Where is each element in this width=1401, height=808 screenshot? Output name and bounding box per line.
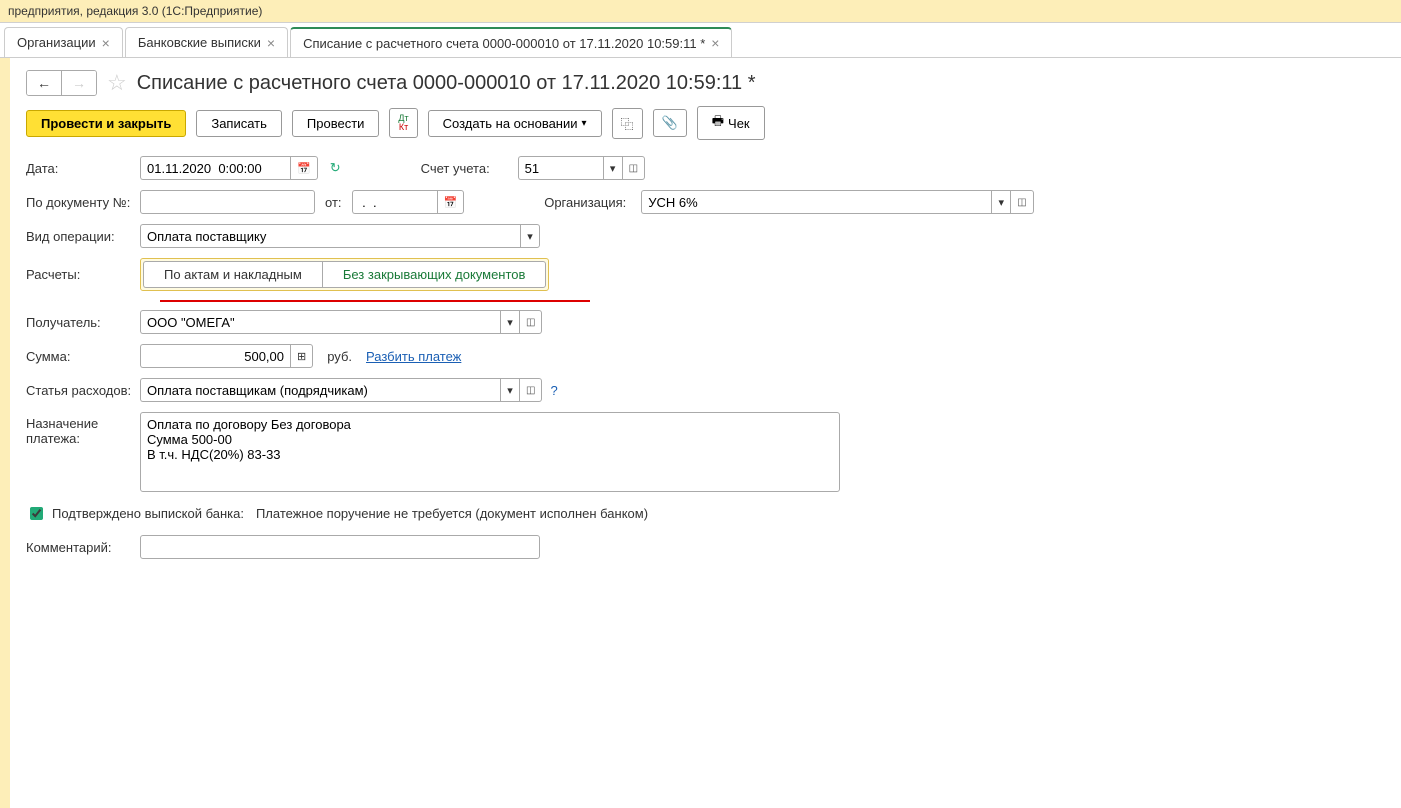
from-label: от: bbox=[325, 195, 342, 210]
tab-organizations[interactable]: Организации × bbox=[4, 27, 123, 57]
side-strip bbox=[0, 58, 10, 808]
from-date-input[interactable] bbox=[352, 190, 437, 214]
org-input[interactable] bbox=[641, 190, 991, 214]
paperclip-icon: 📎 bbox=[662, 115, 678, 131]
close-icon[interactable]: × bbox=[711, 35, 719, 51]
confirmed-note: Платежное поручение не требуется (докуме… bbox=[256, 506, 648, 521]
cheque-label: Чек bbox=[728, 116, 750, 131]
sum-input[interactable] bbox=[140, 344, 290, 368]
currency-label: руб. bbox=[327, 349, 352, 364]
toolbar: Провести и закрыть Записать Провести ДтК… bbox=[26, 106, 1385, 140]
attach-button[interactable]: 📎 bbox=[653, 109, 687, 137]
calendar-icon[interactable]: 📅 bbox=[437, 190, 465, 214]
nav-forward-button[interactable]: → bbox=[62, 71, 96, 95]
purpose-textarea[interactable] bbox=[140, 412, 840, 492]
open-icon[interactable]: ◫ bbox=[520, 310, 542, 334]
structure-button[interactable]: ⿻ bbox=[612, 108, 643, 139]
tab-bank-statements[interactable]: Банковские выписки × bbox=[125, 27, 288, 57]
comment-label: Комментарий: bbox=[26, 540, 136, 555]
date-input[interactable] bbox=[140, 156, 290, 180]
expense-input[interactable] bbox=[140, 378, 500, 402]
calc-label: Расчеты: bbox=[26, 267, 136, 282]
open-icon[interactable]: ◫ bbox=[1011, 190, 1033, 214]
close-icon[interactable]: × bbox=[267, 35, 275, 51]
chevron-down-icon: ▾ bbox=[582, 118, 587, 129]
chevron-down-icon[interactable]: ▾ bbox=[500, 378, 520, 402]
main-content: ← → ☆ Списание с расчетного счета 0000-0… bbox=[10, 58, 1401, 808]
window-title: предприятия, редакция 3.0 (1С:Предприяти… bbox=[0, 0, 1401, 23]
calc-toggle: По актам и накладным Без закрывающих док… bbox=[140, 258, 549, 291]
purpose-label: Назначение платежа: bbox=[26, 412, 136, 446]
optype-input[interactable] bbox=[140, 224, 520, 248]
account-input[interactable] bbox=[518, 156, 603, 180]
refresh-icon[interactable]: ↻ bbox=[330, 160, 341, 176]
calc-opt-acts[interactable]: По актам и накладным bbox=[143, 261, 322, 288]
docnum-input[interactable] bbox=[140, 190, 315, 214]
recipient-input[interactable] bbox=[140, 310, 500, 334]
open-icon[interactable]: ◫ bbox=[520, 378, 542, 402]
split-payment-link[interactable]: Разбить платеж bbox=[366, 349, 461, 364]
star-icon[interactable]: ☆ bbox=[107, 70, 127, 96]
dtkt-icon: ДтКт bbox=[398, 114, 408, 132]
org-label: Организация: bbox=[544, 195, 629, 210]
dtkt-button[interactable]: ДтКт bbox=[389, 108, 417, 138]
calc-opt-noclose[interactable]: Без закрывающих документов bbox=[322, 261, 547, 288]
expense-label: Статья расходов: bbox=[26, 383, 136, 398]
date-label: Дата: bbox=[26, 161, 136, 176]
recipient-label: Получатель: bbox=[26, 315, 136, 330]
highlight-underline bbox=[160, 300, 590, 302]
page-title: Списание с расчетного счета 0000-000010 … bbox=[137, 72, 756, 95]
calendar-icon[interactable]: 📅 bbox=[290, 156, 318, 180]
calculator-icon[interactable]: ⊞ bbox=[290, 344, 313, 368]
tab-label: Списание с расчетного счета 0000-000010 … bbox=[303, 36, 705, 51]
nav-back-button[interactable]: ← bbox=[27, 71, 62, 95]
tabs-bar: Организации × Банковские выписки × Списа… bbox=[0, 23, 1401, 58]
chevron-down-icon[interactable]: ▾ bbox=[500, 310, 520, 334]
chevron-down-icon[interactable]: ▾ bbox=[603, 156, 623, 180]
tab-writeoff[interactable]: Списание с расчетного счета 0000-000010 … bbox=[290, 27, 732, 57]
confirmed-checkbox[interactable] bbox=[30, 507, 43, 520]
post-button[interactable]: Провести bbox=[292, 110, 380, 137]
create-based-button[interactable]: Создать на основании ▾ bbox=[428, 110, 602, 137]
save-button[interactable]: Записать bbox=[196, 110, 282, 137]
create-based-label: Создать на основании bbox=[443, 116, 578, 131]
cheque-button[interactable]: 🖶 Чек bbox=[697, 106, 765, 140]
sum-label: Сумма: bbox=[26, 349, 136, 364]
print-icon: 🖶 bbox=[712, 112, 724, 134]
open-icon[interactable]: ◫ bbox=[623, 156, 645, 180]
help-icon[interactable]: ? bbox=[550, 383, 557, 398]
comment-input[interactable] bbox=[140, 535, 540, 559]
structure-icon: ⿻ bbox=[621, 114, 634, 133]
tab-label: Банковские выписки bbox=[138, 35, 261, 50]
account-label: Счет учета: bbox=[421, 161, 506, 176]
docnum-label: По документу №: bbox=[26, 195, 136, 210]
close-icon[interactable]: × bbox=[102, 35, 110, 51]
tab-label: Организации bbox=[17, 35, 96, 50]
optype-label: Вид операции: bbox=[26, 229, 136, 244]
chevron-down-icon[interactable]: ▾ bbox=[520, 224, 540, 248]
confirmed-label: Подтверждено выпиской банка: bbox=[52, 506, 244, 521]
chevron-down-icon[interactable]: ▾ bbox=[991, 190, 1011, 214]
nav-buttons: ← → bbox=[26, 70, 97, 96]
post-and-close-button[interactable]: Провести и закрыть bbox=[26, 110, 186, 137]
